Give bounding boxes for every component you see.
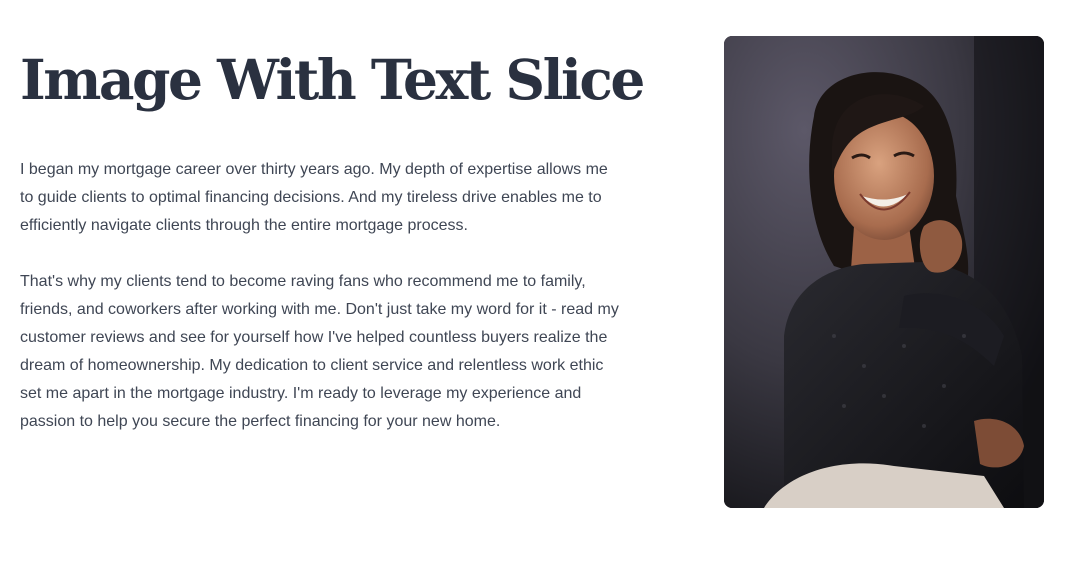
image-with-text-slice: Image With Text Slice I began my mortgag… [0,0,1070,567]
slice-title: Image With Text Slice [20,47,645,112]
body-paragraph-1: I began my mortgage career over thirty y… [20,161,608,234]
portrait-photo [724,36,1044,508]
portrait-illustration [724,36,1044,508]
text-column: Image With Text Slice I began my mortgag… [20,40,645,436]
body-paragraph-2: That's why my clients tend to become rav… [20,273,619,430]
